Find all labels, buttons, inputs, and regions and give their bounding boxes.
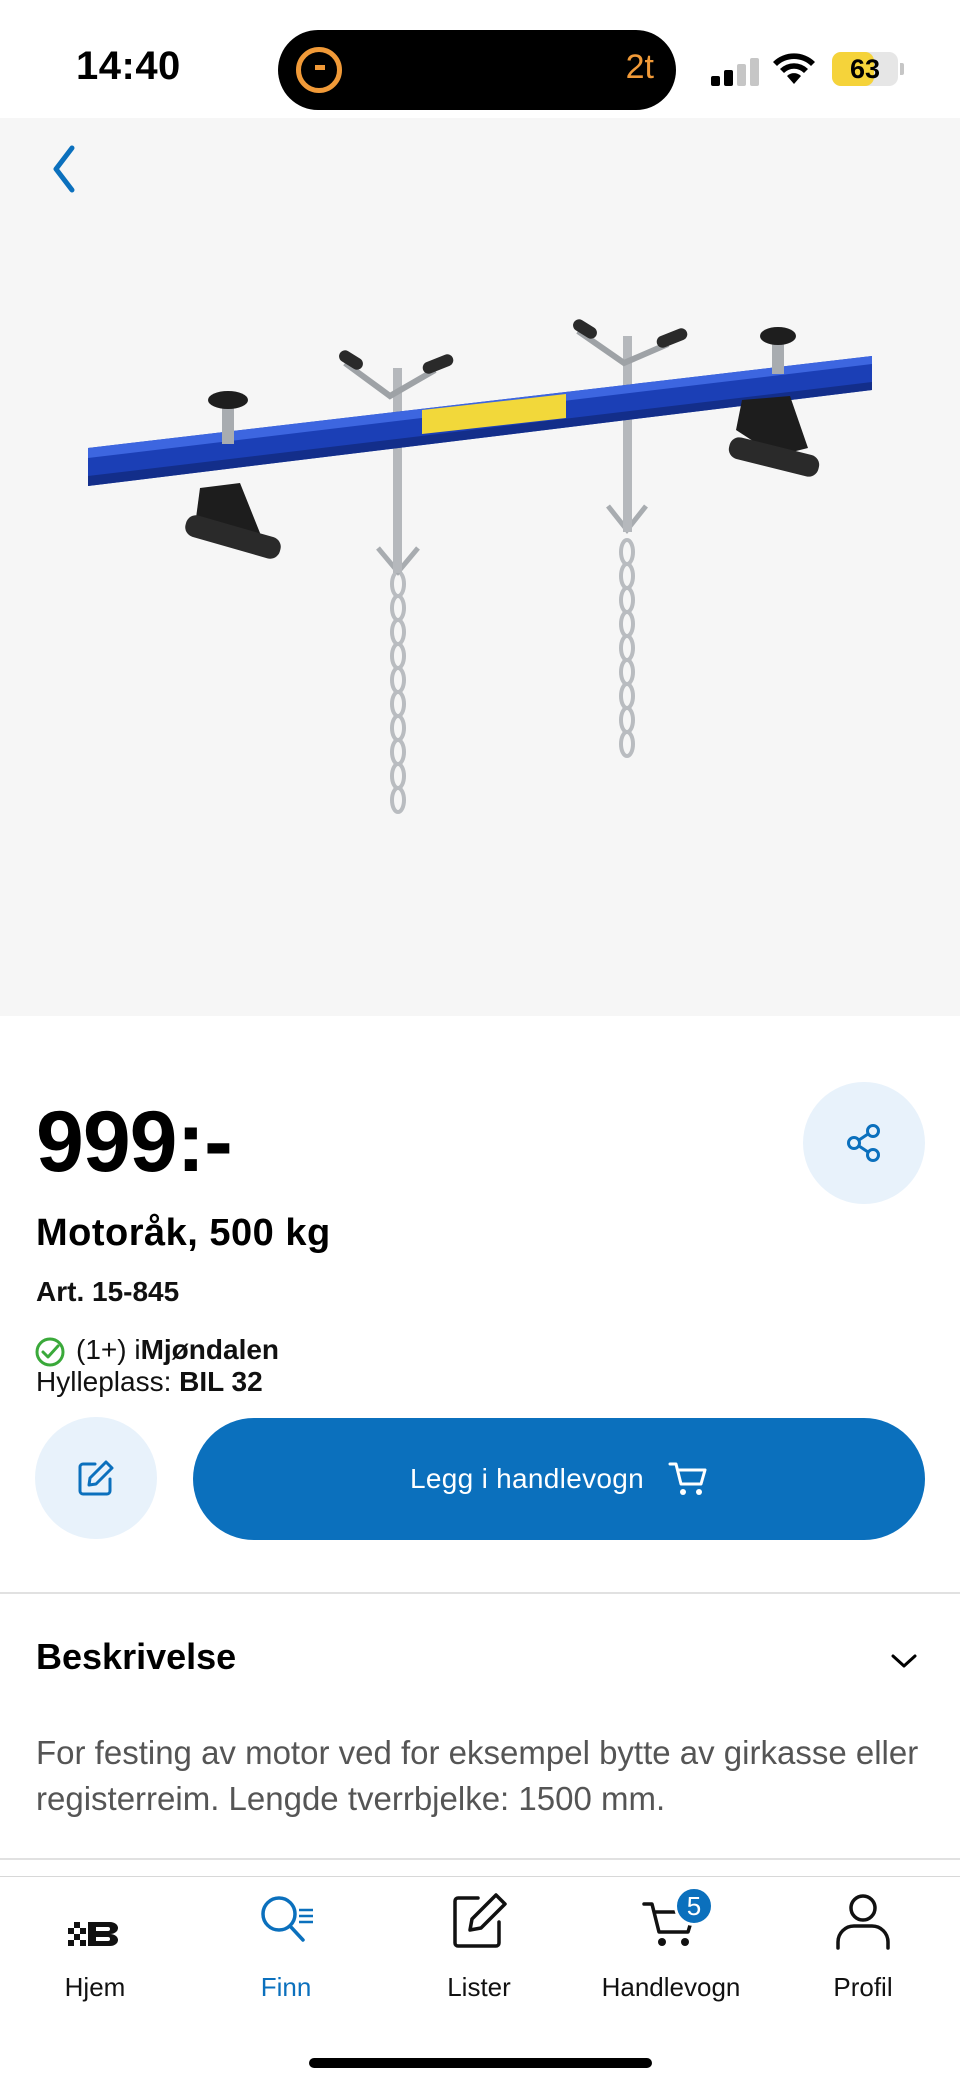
battery-tip (900, 63, 904, 75)
stock-store: Mjøndalen (140, 1334, 280, 1365)
shelf-value: BIL 32 (179, 1366, 263, 1397)
status-time: 14:40 (76, 44, 181, 88)
share-button[interactable] (803, 1082, 925, 1204)
timer-remaining: 2t (625, 48, 654, 86)
stock-status: (1+) i Mjøndalen (34, 1332, 279, 1368)
shelf-label: Hylleplass: (36, 1366, 180, 1397)
add-to-list-button[interactable] (35, 1417, 157, 1539)
cart-icon (668, 1462, 707, 1495)
bottom-tab-bar: Hjem Finn Lister Handlevogn Profil (0, 1878, 960, 2086)
section-divider (0, 1592, 960, 1594)
status-bar: 14:40 2t 63 (0, 0, 960, 118)
brand-logo-icon (68, 1922, 118, 1946)
description-title: Beskrivelse (36, 1636, 237, 1677)
tab-lister[interactable]: Lister (389, 1892, 569, 2012)
in-stock-check-icon (35, 1337, 65, 1367)
product-name: Motoråk, 500 kg (36, 1212, 331, 1254)
product-image[interactable] (0, 118, 960, 1016)
user-icon (836, 1894, 890, 1950)
tabbar-divider (0, 1876, 960, 1877)
chevron-down-icon (891, 1654, 917, 1668)
dynamic-island[interactable]: 2t (278, 30, 676, 110)
tab-label: Finn (260, 1972, 312, 2002)
timer-icon (296, 47, 342, 93)
tab-label: Hjem (64, 1972, 126, 2002)
tab-finn[interactable]: Finn (196, 1892, 376, 2012)
tab-label: Handlevogn (601, 1972, 741, 2002)
add-to-cart-label: Legg i handlevogn (410, 1463, 644, 1494)
home-indicator[interactable] (309, 2058, 652, 2068)
tab-profil[interactable]: Profil (773, 1892, 953, 2012)
edit-icon (78, 1460, 114, 1496)
cellular-signal-icon (711, 58, 759, 86)
description-text: For festing av motor ved for eksempel by… (36, 1734, 919, 1817)
battery-icon: 63 (832, 52, 898, 86)
tab-hjem[interactable]: Hjem (5, 1892, 185, 2012)
battery-level: 63 (849, 54, 881, 84)
tab-label: Profil (833, 1972, 893, 2002)
search-list-icon (261, 1896, 313, 1942)
share-icon (847, 1124, 880, 1162)
tab-handlevogn[interactable]: Handlevogn (581, 1892, 761, 2012)
stock-count: (1+) i (76, 1334, 141, 1365)
product-price: 999:- (36, 1094, 233, 1190)
edit-list-icon (453, 1893, 507, 1948)
cart-count-badge: 5 (674, 1886, 714, 1926)
section-divider (0, 1858, 960, 1860)
wifi-icon (773, 53, 815, 84)
add-to-cart-button[interactable]: Legg i handlevogn (193, 1418, 925, 1540)
description-toggle[interactable]: Beskrivelse (0, 1596, 960, 1726)
article-number: Art. 15-845 (36, 1276, 180, 1307)
engine-support-illustration (88, 319, 872, 814)
tab-label: Lister (447, 1972, 511, 2002)
shelf-location: Hylleplass: BIL 32 (36, 1366, 263, 1398)
